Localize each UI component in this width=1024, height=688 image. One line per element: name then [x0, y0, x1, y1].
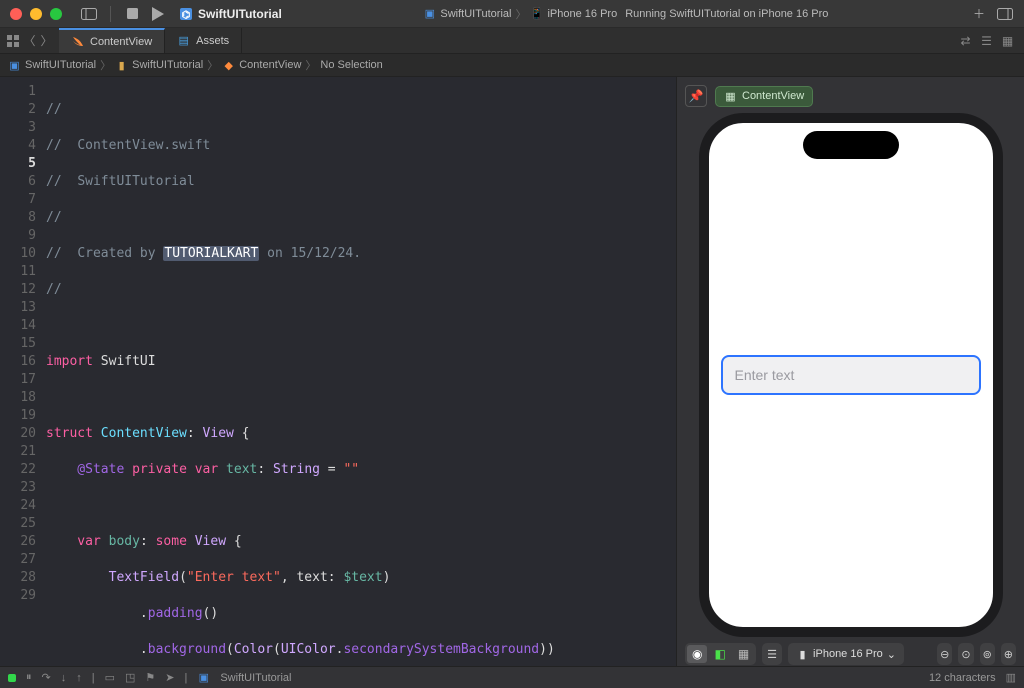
zoom-fit-icon: ⊙	[961, 648, 970, 661]
assets-icon: ▤	[177, 34, 190, 47]
add-editor-icon[interactable]: ▦	[1001, 34, 1014, 47]
nav-forward-icon[interactable]: 〉	[40, 34, 53, 47]
swift-file-icon: ◆	[222, 59, 235, 72]
close-window[interactable]	[10, 8, 22, 20]
zoom-in-button[interactable]: ⊕	[1001, 643, 1016, 665]
library-icon[interactable]	[996, 5, 1014, 23]
status-scheme[interactable]: SwiftUITutorial	[220, 672, 291, 684]
window-controls	[10, 8, 62, 20]
pin-icon: 📌	[689, 89, 704, 103]
adjust-editor-icon[interactable]: ☰	[980, 34, 993, 47]
separator	[110, 6, 111, 22]
line-gutter: 1234567891011121314151617181920212223242…	[0, 77, 46, 666]
scheme-selector[interactable]: ▣ SwiftUITutorial 〉 📱 iPhone 16 Pro	[423, 6, 617, 22]
app-icon: ▣	[197, 671, 210, 684]
scheme-project[interactable]: ⌬ SwiftUITutorial	[179, 7, 282, 21]
device-iphone[interactable]: Enter text	[699, 113, 1003, 637]
memory-graph-icon[interactable]: ◳	[125, 671, 135, 684]
minimize-window[interactable]	[30, 8, 42, 20]
folder-icon: ▮	[115, 59, 128, 72]
view-debugger-icon[interactable]: ▭	[105, 671, 115, 684]
app-icon: ▣	[423, 7, 436, 20]
project-icon: ⌬	[179, 7, 192, 20]
preview-icon: ▦	[724, 90, 737, 103]
device-picker-label: iPhone 16 Pro	[813, 648, 883, 660]
pause-icon[interactable]: ⏸	[26, 671, 32, 684]
editor-options-icon[interactable]: ⇄	[959, 34, 972, 47]
build-status-text: Running SwiftUITutorial on iPhone 16 Pro	[625, 8, 828, 20]
svg-text:⌬: ⌬	[182, 10, 191, 21]
title-status-area: ▣ SwiftUITutorial 〉 📱 iPhone 16 Pro Runn…	[290, 6, 962, 22]
main-split: 1234567891011121314151617181920212223242…	[0, 77, 1024, 666]
chevron-right-icon: 〉	[207, 57, 218, 73]
zoom-100-icon: ⊚	[983, 648, 992, 661]
zoom-fit-button[interactable]: ⊙	[958, 643, 973, 665]
tab-bar: 〈 〉 ContentView ▤ Assets ⇄ ☰ ▦	[0, 28, 1024, 54]
live-mode-icon[interactable]: ◉	[687, 645, 707, 663]
crumb-file[interactable]: ◆ ContentView	[222, 59, 301, 72]
selectable-mode-icon[interactable]: ◧	[709, 645, 730, 663]
tab-label: Assets	[196, 35, 229, 47]
swift-file-icon	[71, 35, 84, 48]
preview-device-settings[interactable]: ☰	[762, 643, 782, 665]
crumb-project[interactable]: ▣ SwiftUITutorial	[8, 59, 96, 72]
separator: |	[92, 672, 95, 684]
chevron-right-icon: 〉	[305, 57, 316, 73]
status-bar: ⏸ ↷ ↓ ↑ | ▭ ◳ ⚑ ➤ | ▣ SwiftUITutorial 12…	[0, 666, 1024, 688]
scheme-device: iPhone 16 Pro	[547, 8, 617, 20]
chevron-right-icon: 〉	[100, 57, 111, 73]
run-button[interactable]	[149, 5, 167, 23]
preview-mode-segmented[interactable]: ◉ ◧ ▦	[685, 643, 756, 665]
chevron-right-icon: 〉	[515, 6, 526, 22]
zoom-out-icon: ⊖	[940, 648, 949, 661]
device-frame: Enter text	[685, 113, 1016, 637]
tab-contentview[interactable]: ContentView	[59, 28, 165, 53]
code-content[interactable]: // // ContentView.swift // SwiftUITutori…	[46, 77, 676, 666]
device-picker[interactable]: ▮ iPhone 16 Pro ⌄	[788, 643, 904, 665]
simulate-location-icon[interactable]: ➤	[165, 671, 174, 684]
separator: |	[184, 672, 187, 684]
crumb-symbol[interactable]: No Selection	[320, 59, 382, 71]
stop-button[interactable]	[123, 5, 141, 23]
preview-toolbar: ◉ ◧ ▦ ☰ ▮ iPhone 16 Pro ⌄ ⊖ ⊙ ⊚ ⊕	[685, 637, 1016, 665]
run-indicator[interactable]	[8, 674, 16, 682]
preview-chip[interactable]: ▦ ContentView	[715, 86, 813, 107]
step-out-icon[interactable]: ↑	[76, 672, 82, 684]
tab-assets[interactable]: ▤ Assets	[165, 28, 242, 53]
preview-textfield[interactable]: Enter text	[721, 355, 981, 395]
pin-preview-button[interactable]: 📌	[685, 85, 707, 107]
tab-label: ContentView	[90, 36, 152, 48]
device-content: Enter text	[709, 123, 993, 627]
project-icon: ▣	[8, 59, 21, 72]
zoom-actual-button[interactable]: ⊚	[980, 643, 995, 665]
title-bar: ⌬ SwiftUITutorial ▣ SwiftUITutorial 〉 📱 …	[0, 0, 1024, 28]
step-into-icon[interactable]: ↓	[61, 672, 67, 684]
preview-chip-label: ContentView	[742, 90, 804, 102]
add-tab-icon[interactable]: ＋	[970, 5, 988, 23]
zoom-window[interactable]	[50, 8, 62, 20]
crumb-folder[interactable]: ▮ SwiftUITutorial	[115, 59, 203, 72]
related-items-icon[interactable]	[6, 34, 19, 47]
device-icon: 📱	[530, 7, 543, 20]
selection-info: 12 characters	[929, 672, 996, 684]
step-over-icon[interactable]: ↷	[42, 671, 51, 684]
project-name: SwiftUITutorial	[198, 7, 282, 21]
chevron-down-icon: ⌄	[887, 648, 896, 661]
breadcrumb: ▣ SwiftUITutorial 〉 ▮ SwiftUITutorial 〉 …	[0, 54, 1024, 77]
zoom-in-icon: ⊕	[1004, 648, 1013, 661]
scheme-app: SwiftUITutorial	[440, 8, 511, 20]
device-icon: ▮	[796, 648, 809, 661]
variants-mode-icon[interactable]: ▦	[733, 645, 754, 663]
nav-back-icon[interactable]: 〈	[23, 34, 36, 47]
settings-sliders-icon: ☰	[767, 648, 777, 661]
sidebar-toggle-icon[interactable]	[80, 5, 98, 23]
preview-pane: 📌 ▦ ContentView Enter text ◉ ◧ ▦ ☰	[676, 77, 1024, 666]
toggle-debug-area-icon[interactable]: ▥	[1006, 671, 1016, 684]
code-editor[interactable]: 1234567891011121314151617181920212223242…	[0, 77, 676, 666]
zoom-out-button[interactable]: ⊖	[937, 643, 952, 665]
env-overrides-icon[interactable]: ⚑	[145, 671, 155, 684]
